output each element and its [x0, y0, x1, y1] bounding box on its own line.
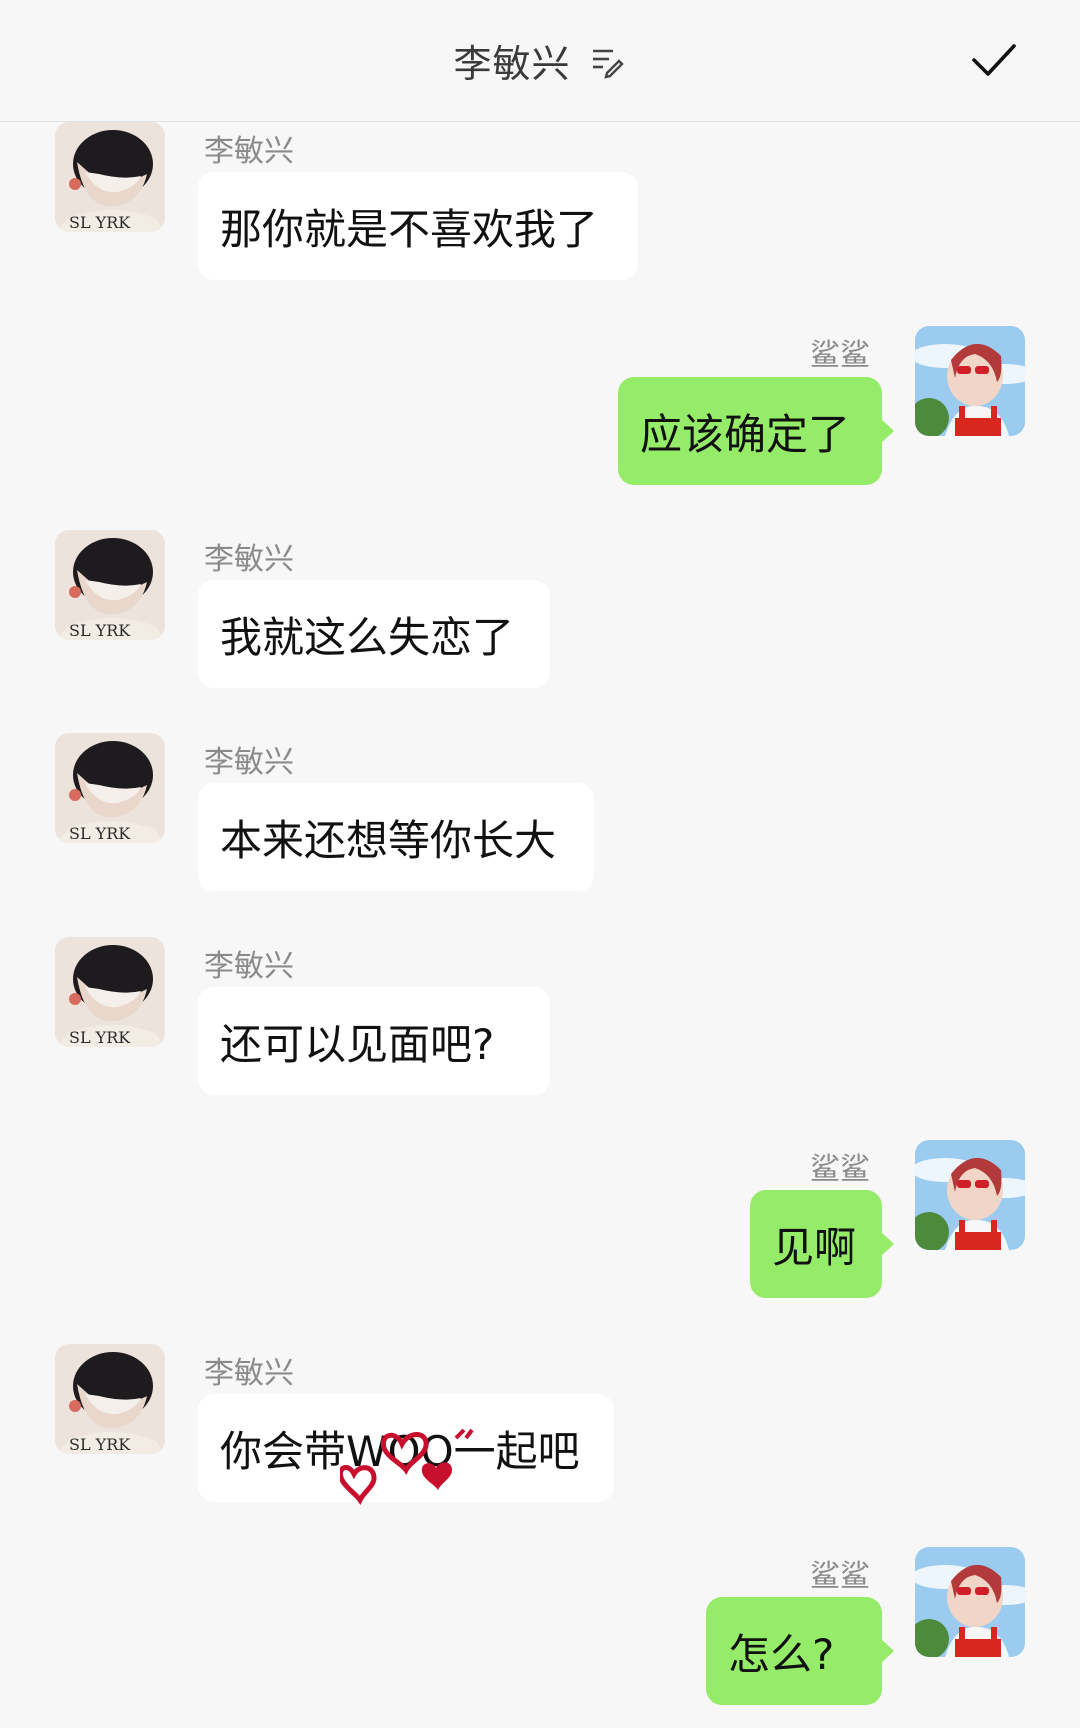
message-bubble[interactable]: 本来还想等你长大	[198, 783, 594, 891]
sender-name: 鲨鲨	[810, 338, 870, 373]
message-bubble[interactable]: 我就这么失恋了	[198, 580, 550, 688]
self-avatar[interactable]	[915, 326, 1025, 436]
message-bubble[interactable]: 见啊	[750, 1190, 894, 1298]
sender-name: 鲨鲨	[810, 1559, 870, 1594]
message-bubble[interactable]: 你会带WOQ一起吧	[198, 1394, 614, 1502]
contact-avatar[interactable]	[55, 937, 165, 1047]
chat-title: 李敏兴	[453, 42, 571, 86]
self-avatar[interactable]	[915, 1547, 1025, 1657]
sender-name: 李敏兴	[204, 949, 294, 984]
sender-name: 鲨鲨	[810, 1152, 870, 1187]
contact-avatar[interactable]	[55, 733, 165, 843]
edit-notes-icon[interactable]	[587, 41, 627, 81]
contact-avatar[interactable]	[55, 1344, 165, 1454]
sender-name: 李敏兴	[204, 134, 294, 169]
contact-avatar[interactable]	[55, 122, 165, 232]
sender-name: 李敏兴	[204, 1356, 294, 1391]
message-bubble[interactable]: 应该确定了	[618, 377, 894, 485]
self-avatar[interactable]	[915, 1140, 1025, 1250]
sender-name: 李敏兴	[204, 745, 294, 780]
message-bubble[interactable]: 怎么?	[706, 1597, 894, 1705]
message-bubble[interactable]: 那你就是不喜欢我了	[198, 172, 638, 280]
chat-header: 李敏兴	[0, 0, 1080, 122]
message-bubble[interactable]: 还可以见面吧?	[198, 987, 550, 1095]
checkmark-icon[interactable]	[970, 40, 1018, 80]
sender-name: 李敏兴	[204, 542, 294, 577]
contact-avatar[interactable]	[55, 530, 165, 640]
